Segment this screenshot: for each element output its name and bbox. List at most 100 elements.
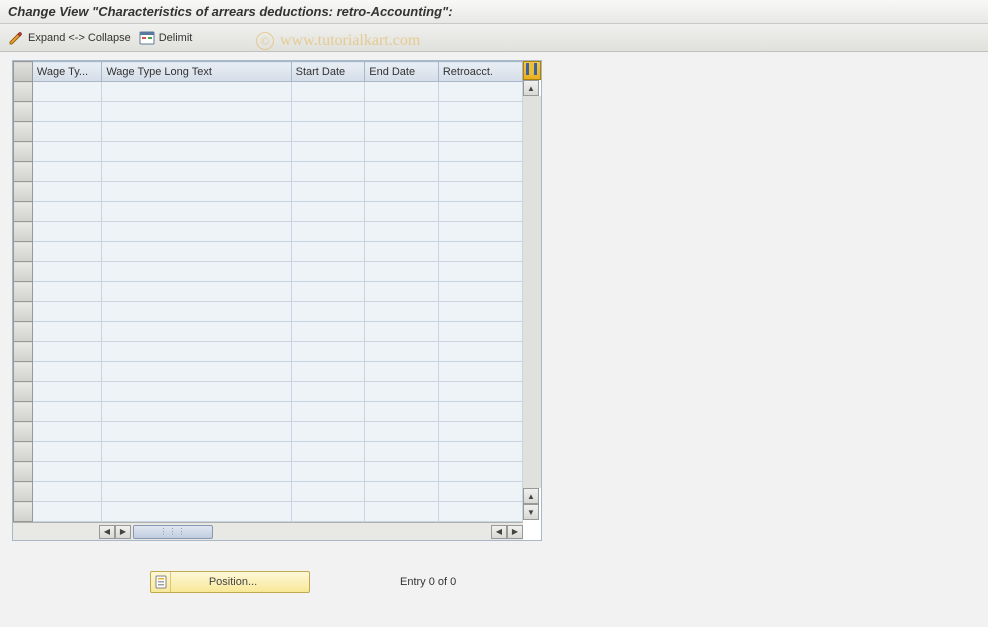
cell[interactable] (291, 362, 365, 382)
cell[interactable] (32, 122, 101, 142)
row-selector[interactable] (14, 322, 33, 342)
cell[interactable] (291, 322, 365, 342)
delimit-button[interactable]: Delimit (139, 30, 193, 46)
cell[interactable] (365, 282, 439, 302)
cell[interactable] (365, 322, 439, 342)
row-selector[interactable] (14, 342, 33, 362)
cell[interactable] (291, 82, 365, 102)
cell[interactable] (291, 242, 365, 262)
cell[interactable] (32, 342, 101, 362)
cell[interactable] (365, 482, 439, 502)
cell[interactable] (32, 202, 101, 222)
cell[interactable] (102, 402, 291, 422)
cell[interactable] (32, 362, 101, 382)
row-selector[interactable] (14, 502, 33, 522)
cell[interactable] (365, 102, 439, 122)
cell[interactable] (32, 282, 101, 302)
row-selector[interactable] (14, 182, 33, 202)
row-selector[interactable] (14, 442, 33, 462)
cell[interactable] (102, 202, 291, 222)
cell[interactable] (102, 442, 291, 462)
cell[interactable] (365, 242, 439, 262)
cell[interactable] (102, 122, 291, 142)
scroll-up-icon[interactable]: ▲ (523, 80, 539, 96)
cell[interactable] (438, 282, 522, 302)
scroll-down-icon[interactable]: ▼ (523, 504, 539, 520)
scroll-right-outer-icon[interactable]: ▶ (507, 525, 523, 539)
cell[interactable] (102, 162, 291, 182)
cell[interactable] (102, 462, 291, 482)
cell[interactable] (291, 342, 365, 362)
vertical-scrollbar[interactable]: ▲ ▲ ▼ (523, 80, 541, 520)
cell[interactable] (291, 462, 365, 482)
cell[interactable] (32, 102, 101, 122)
row-selector[interactable] (14, 462, 33, 482)
row-selector[interactable] (14, 402, 33, 422)
cell[interactable] (438, 342, 522, 362)
cell[interactable] (291, 222, 365, 242)
row-selector-header[interactable] (14, 62, 33, 82)
cell[interactable] (438, 122, 522, 142)
cell[interactable] (291, 122, 365, 142)
cell[interactable] (438, 402, 522, 422)
cell[interactable] (291, 202, 365, 222)
row-selector[interactable] (14, 362, 33, 382)
cell[interactable] (291, 502, 365, 522)
row-selector[interactable] (14, 162, 33, 182)
cell[interactable] (102, 502, 291, 522)
cell[interactable] (32, 262, 101, 282)
cell[interactable] (102, 362, 291, 382)
cell[interactable] (32, 162, 101, 182)
cell[interactable] (438, 362, 522, 382)
cell[interactable] (365, 142, 439, 162)
cell[interactable] (291, 262, 365, 282)
v-scroll-track[interactable] (523, 96, 541, 488)
cell[interactable] (438, 442, 522, 462)
cell[interactable] (102, 422, 291, 442)
cell[interactable] (438, 202, 522, 222)
cell[interactable] (365, 262, 439, 282)
cell[interactable] (102, 102, 291, 122)
cell[interactable] (438, 242, 522, 262)
cell[interactable] (365, 442, 439, 462)
cell[interactable] (32, 482, 101, 502)
cell[interactable] (291, 402, 365, 422)
row-selector[interactable] (14, 242, 33, 262)
cell[interactable] (291, 482, 365, 502)
row-selector[interactable] (14, 102, 33, 122)
table-config-button[interactable] (523, 61, 541, 80)
cell[interactable] (365, 162, 439, 182)
cell[interactable] (32, 502, 101, 522)
cell[interactable] (32, 222, 101, 242)
scroll-left-inner-icon[interactable]: ◀ (491, 525, 507, 539)
cell[interactable] (32, 322, 101, 342)
cell[interactable] (438, 162, 522, 182)
row-selector[interactable] (14, 202, 33, 222)
cell[interactable] (365, 342, 439, 362)
cell[interactable] (32, 142, 101, 162)
row-selector[interactable] (14, 482, 33, 502)
cell[interactable] (291, 422, 365, 442)
cell[interactable] (102, 302, 291, 322)
cell[interactable] (365, 122, 439, 142)
cell[interactable] (32, 82, 101, 102)
cell[interactable] (32, 442, 101, 462)
cell[interactable] (32, 402, 101, 422)
col-wage-type[interactable]: Wage Ty... (32, 62, 101, 82)
cell[interactable] (291, 142, 365, 162)
cell[interactable] (291, 302, 365, 322)
row-selector[interactable] (14, 282, 33, 302)
cell[interactable] (291, 182, 365, 202)
col-end-date[interactable]: End Date (365, 62, 439, 82)
row-selector[interactable] (14, 262, 33, 282)
cell[interactable] (438, 82, 522, 102)
cell[interactable] (102, 382, 291, 402)
cell[interactable] (102, 222, 291, 242)
cell[interactable] (438, 302, 522, 322)
cell[interactable] (291, 282, 365, 302)
cell[interactable] (102, 322, 291, 342)
cell[interactable] (291, 382, 365, 402)
cell[interactable] (102, 182, 291, 202)
row-selector[interactable] (14, 142, 33, 162)
row-selector[interactable] (14, 302, 33, 322)
